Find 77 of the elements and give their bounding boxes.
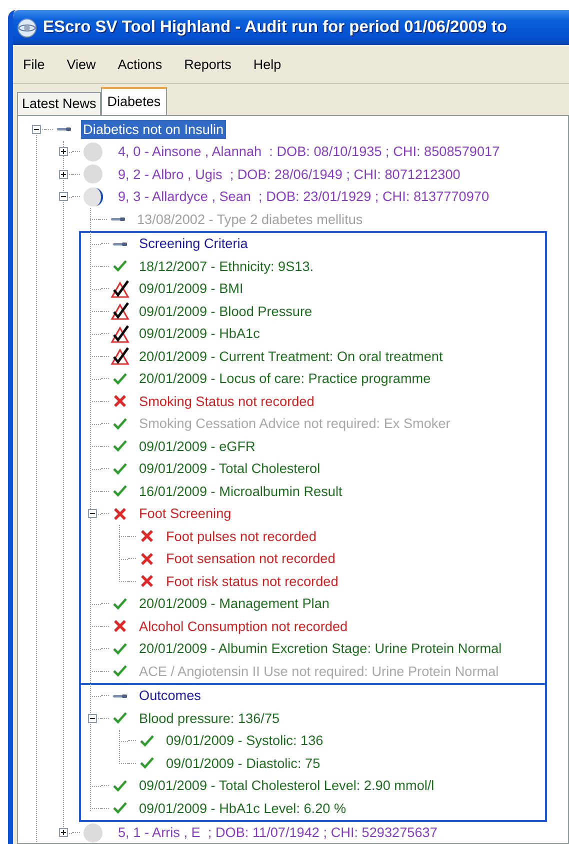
- tree-item[interactable]: 09/01/2009 - HbA1c Level: 6.20 %: [137, 798, 348, 818]
- circle-icon: [83, 164, 103, 184]
- tree-item[interactable]: Foot sensation not recorded: [164, 549, 338, 568]
- warning-check-icon: [110, 346, 130, 366]
- tree-item[interactable]: Blood pressure: 136/75: [137, 708, 282, 728]
- menu-item[interactable]: Help: [245, 54, 290, 74]
- tree-item[interactable]: 09/01/2009 - BMI: [137, 279, 246, 298]
- tree-item[interactable]: Foot risk status not recorded: [164, 572, 340, 591]
- tab[interactable]: Diabetes: [101, 87, 167, 115]
- circle-icon: [83, 822, 103, 843]
- tab[interactable]: Latest News: [17, 92, 102, 115]
- tree-item[interactable]: 20/01/2009 - Current Treatment: On oral treatment: [137, 346, 445, 366]
- cross-icon: [140, 529, 154, 544]
- check-icon: [112, 778, 128, 793]
- check-icon: [112, 462, 128, 476]
- dash-icon: [112, 692, 128, 699]
- cross-icon: [140, 552, 154, 566]
- tree-item[interactable]: Alcohol Consumption not recorded: [137, 616, 350, 636]
- check-icon: [112, 439, 128, 454]
- check-icon: [112, 416, 128, 431]
- tree-item[interactable]: Screening Criteria: [137, 234, 250, 254]
- check-icon: [112, 596, 128, 611]
- tree-item[interactable]: 09/01/2009 - Diastolic: 75: [164, 754, 322, 773]
- expand-toggle[interactable]: [58, 147, 68, 156]
- check-icon: [112, 664, 128, 678]
- tree-item[interactable]: 20/01/2009 - Locus of care: Practice programme: [137, 369, 433, 388]
- check-icon: [112, 642, 128, 656]
- tree-item[interactable]: Smoking Status not recorded: [137, 392, 316, 411]
- menu-item[interactable]: Reports: [176, 54, 240, 74]
- warning-check-icon: [110, 301, 130, 322]
- check-icon: [139, 756, 155, 770]
- cross-icon: [113, 619, 127, 634]
- tree-item[interactable]: 09/01/2009 - Total Cholesterol Level: 2.90 mmol/l: [137, 776, 436, 796]
- tree-item[interactable]: 20/01/2009 - Management Plan: [137, 594, 332, 614]
- tree-item[interactable]: 09/01/2009 - Blood Pressure: [137, 302, 314, 321]
- tree-item[interactable]: 20/01/2009 - Albumin Excretion Stage: Urine Protein Normal: [137, 639, 504, 658]
- dash-icon: [110, 216, 126, 222]
- tree-item[interactable]: 5, 1 - Arris , E ; DOB: 11/07/1942 ; CHI: 5293275637: [116, 823, 440, 842]
- tree-item[interactable]: 16/01/2009 - Microalbumin Result: [137, 482, 344, 501]
- warning-check-icon: [110, 278, 130, 299]
- tree-item[interactable]: Outcomes: [137, 686, 203, 706]
- tree-item[interactable]: Foot Screening: [137, 504, 234, 524]
- cross-icon: [113, 394, 127, 408]
- tree-item[interactable]: 9, 2 - Albro , Ugis ; DOB: 28/06/1949 ; CHI: 8071212300: [116, 164, 462, 184]
- collapse-toggle[interactable]: [32, 124, 40, 134]
- tree-item[interactable]: 9, 3 - Allardyce , Sean ; DOB: 23/01/1929 ; CHI: 8137770970: [116, 187, 492, 206]
- check-icon: [139, 734, 155, 748]
- cross-icon: [140, 574, 154, 588]
- check-icon: [112, 801, 128, 816]
- cross-icon: [113, 506, 127, 521]
- check-icon: [112, 711, 128, 726]
- tree-item[interactable]: 09/01/2009 - Total Cholesterol: [137, 459, 322, 478]
- tree-item[interactable]: Diabetics not on Insulin: [81, 120, 226, 139]
- circle-icon: [83, 142, 103, 162]
- tree-item[interactable]: 18/12/2007 - Ethnicity: 9S13.: [137, 256, 316, 276]
- collapse-toggle[interactable]: [58, 192, 68, 202]
- tree-item[interactable]: 09/01/2009 - HbA1c: [137, 324, 262, 344]
- menu-item[interactable]: View: [58, 54, 104, 74]
- expand-toggle[interactable]: [58, 170, 68, 179]
- check-icon: [112, 484, 128, 498]
- menu-item[interactable]: Actions: [110, 54, 170, 74]
- expand-toggle[interactable]: [58, 828, 68, 838]
- menu-item[interactable]: File: [15, 54, 53, 74]
- collapse-toggle[interactable]: [88, 509, 96, 518]
- tree-item[interactable]: 4, 0 - Ainsone , Alannah : DOB: 08/10/1935 ; CHI: 8508579017: [116, 142, 502, 162]
- dash-icon: [112, 240, 128, 247]
- check-icon: [112, 259, 128, 274]
- dash-icon: [56, 126, 72, 132]
- collapse-toggle[interactable]: [88, 714, 96, 723]
- tree-item[interactable]: Foot pulses not recorded: [164, 526, 318, 546]
- warning-check-icon: [110, 324, 130, 344]
- half-circle-icon: [83, 186, 103, 207]
- tree-item[interactable]: 09/01/2009 - Systolic: 136: [164, 731, 326, 750]
- tree-item[interactable]: 09/01/2009 - eGFR: [137, 436, 258, 456]
- check-icon: [112, 372, 128, 386]
- window-title: EScro SV Tool Highland - Audit run for period 01/06/2009 to: [43, 18, 507, 37]
- app-icon: [17, 18, 37, 38]
